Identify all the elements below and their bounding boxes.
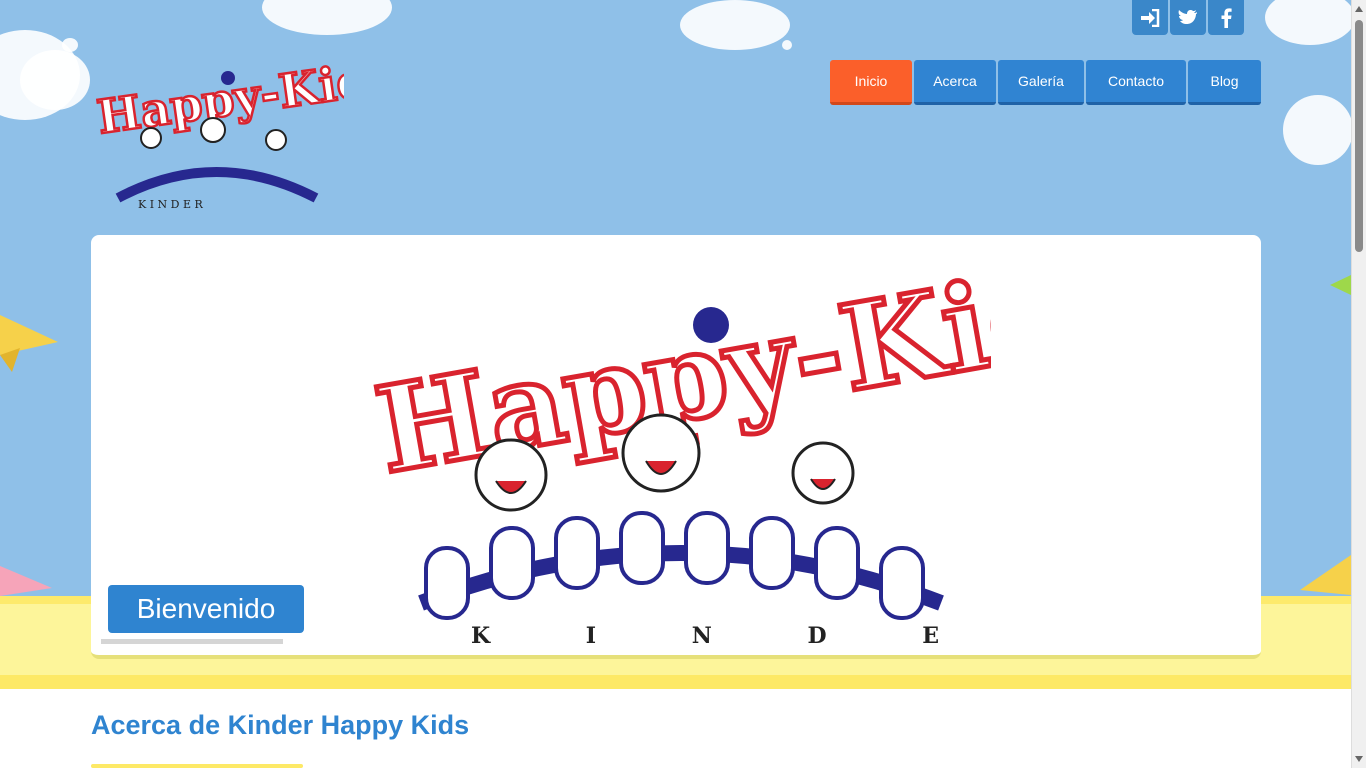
welcome-banner: Bienvenido <box>108 585 304 633</box>
site-logo[interactable]: Happy-Kids K I N D E R <box>88 48 344 214</box>
paper-plane-icon <box>1300 555 1351 595</box>
section-underline <box>91 764 303 768</box>
nav-item-inicio[interactable]: Inicio <box>830 60 912 105</box>
paper-plane-icon <box>1330 275 1351 295</box>
scroll-up-arrow-icon[interactable] <box>1355 6 1363 12</box>
cloud-decoration <box>62 38 78 52</box>
login-button[interactable] <box>1132 0 1168 35</box>
twitter-button[interactable] <box>1170 0 1206 35</box>
scroll-thumb[interactable] <box>1355 20 1363 252</box>
main-nav: Inicio Acerca Galería Contacto Blog <box>830 60 1261 105</box>
paper-plane-icon <box>0 315 58 372</box>
nav-item-acerca[interactable]: Acerca <box>914 60 996 105</box>
facebook-icon <box>1221 7 1232 28</box>
nav-item-contacto[interactable]: Contacto <box>1086 60 1186 105</box>
svg-text:K I N D E R: K I N D E R <box>471 623 991 649</box>
cloud-decoration <box>782 40 792 50</box>
svg-text:K I N D E R: K I N D E R <box>138 198 204 211</box>
cloud-decoration <box>1283 95 1351 165</box>
page-scrollbar[interactable] <box>1351 0 1366 768</box>
scroll-down-arrow-icon[interactable] <box>1355 756 1363 762</box>
cloud-decoration <box>1265 0 1351 45</box>
cloud-decoration <box>680 0 790 50</box>
hero-logo-image: Happy-Kids K I N D E R <box>364 243 991 649</box>
hero-slider: Happy-Kids K I N D E R Bienvenido <box>91 235 1261 659</box>
section-title: Acerca de Kinder Happy Kids <box>91 710 470 740</box>
social-bar <box>1132 0 1244 35</box>
slider-progress-bar <box>101 639 283 644</box>
cloud-decoration <box>262 0 392 35</box>
nav-item-galeria[interactable]: Galería <box>998 60 1084 105</box>
cloud-decoration <box>20 50 90 110</box>
facebook-button[interactable] <box>1208 0 1244 35</box>
twitter-icon <box>1178 9 1197 24</box>
login-icon <box>1141 8 1160 27</box>
nav-item-blog[interactable]: Blog <box>1188 60 1261 105</box>
